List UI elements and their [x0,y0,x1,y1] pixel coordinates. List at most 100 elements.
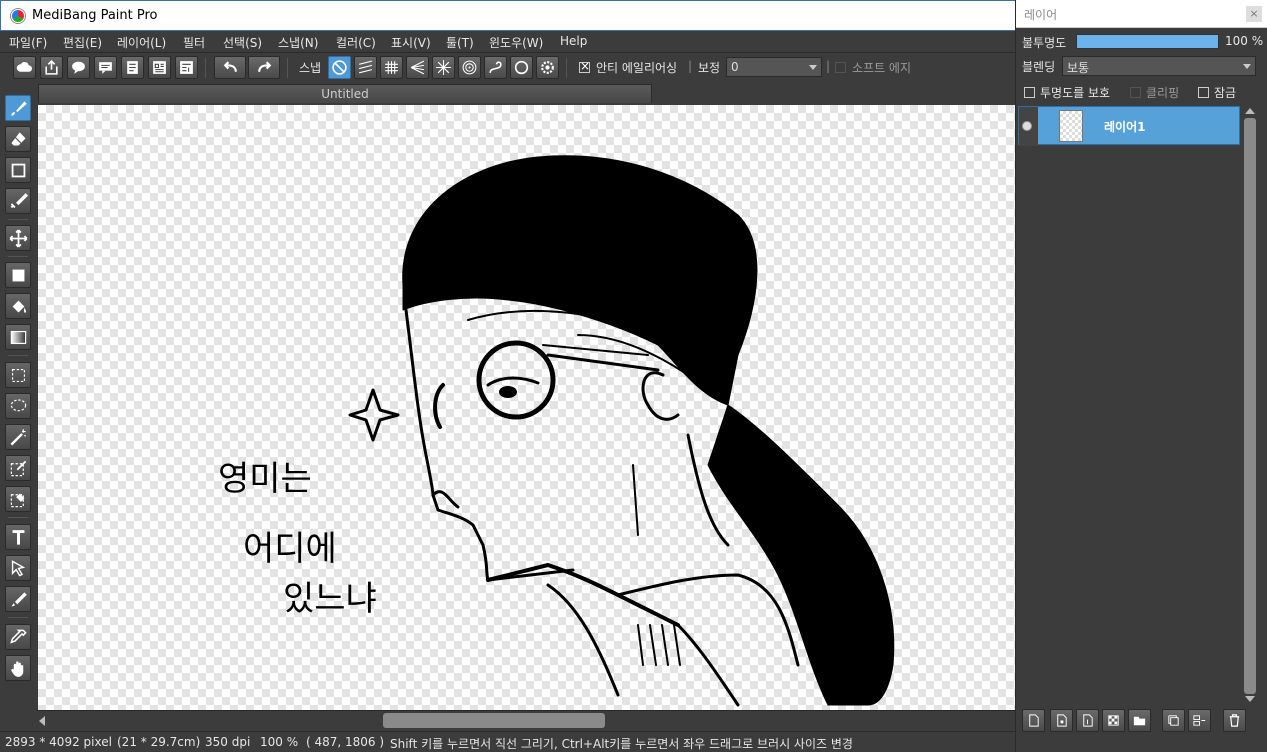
share-icon[interactable] [40,56,63,79]
duplicate-layer-icon[interactable] [1162,709,1185,732]
rect-select-tool-icon[interactable] [5,362,31,388]
protect-alpha-checkbox[interactable] [1024,87,1035,98]
text-tool-icon[interactable] [5,524,31,550]
menu-select[interactable]: 선택(S) [223,34,262,51]
clipping-label: 클리핑 [1146,86,1180,100]
handwritten-line-2: 어디에 [243,529,337,569]
comment-icon[interactable] [94,56,117,79]
correction-select[interactable]: 0 [726,57,822,77]
eraser-tool-icon[interactable] [5,126,31,152]
speech-bubble-icon[interactable] [67,56,90,79]
trash-icon[interactable] [1223,709,1246,732]
select-eraser-icon[interactable] [5,486,31,512]
layer-panel-footer [1016,706,1267,736]
antialias-checkbox[interactable] [579,59,590,73]
eyedropper-tool-icon[interactable] [5,624,31,650]
new-halftone-layer-icon[interactable] [1076,709,1099,732]
magic-wand-tool-icon[interactable] [5,424,31,450]
window-title: MediBang Paint Pro [32,8,158,23]
scroll-up-icon[interactable] [1245,108,1255,114]
close-icon[interactable]: × [1246,6,1262,22]
brush-tool-icon[interactable] [5,95,31,121]
move-tool-icon[interactable] [5,225,31,251]
opacity-slider[interactable] [1076,34,1219,49]
layer-row[interactable]: 레이어1 [1018,106,1240,146]
layer-panel-header: 레이어 × [1016,0,1267,28]
new-tone-layer-icon[interactable] [1102,709,1125,732]
layer-scroll-thumb[interactable] [1244,118,1256,694]
document-tab[interactable]: Untitled [38,84,652,103]
hand-tool-icon[interactable] [5,655,31,681]
operation-tool-icon[interactable] [5,555,31,581]
bucket-tool-icon[interactable] [5,293,31,319]
layer-options-row: 투명도를 보호 클리핑 잠금 [1016,80,1267,104]
lasso-tool-icon[interactable] [5,393,31,419]
menu-color[interactable]: 컬러(C) [336,34,376,51]
layer-panel: 레이어 × 불투명도 100 % 블렌딩 보통 투명도를 보호 클리핑 잠금 레… [1015,0,1267,752]
menu-bar: 파일(F) 편집(E) 레이어(L) 필터 선택(S) 스냅(N) 컬러(C) … [0,31,1015,53]
layer-scrollbar[interactable] [1242,106,1258,704]
snap-radial-icon[interactable] [432,56,455,79]
blend-select[interactable]: 보통 [1062,56,1256,76]
panel-layout-icon[interactable] [175,56,198,79]
horizontal-scrollbar[interactable] [36,710,1015,730]
lock-label: 잠금 [1214,86,1237,100]
handwritten-line-3: 있느냐 [283,579,377,619]
menu-view[interactable]: 표시(V) [391,34,431,51]
select-pen-icon[interactable] [5,455,31,481]
snap-circle-icon[interactable] [510,56,533,79]
gradient-tool-icon[interactable] [5,324,31,350]
soft-edge-checkbox[interactable] [835,62,846,73]
drawing-canvas[interactable]: 영미는 어디에 있느냐 [38,105,1015,710]
document-tab-bar: Untitled [36,83,1015,103]
sketch-artwork: 영미는 어디에 있느냐 [218,155,895,707]
merge-layer-icon[interactable] [1188,709,1211,732]
opacity-row: 불투명도 100 % [1016,30,1267,54]
cursor-position: ( 487, 1806 ) [306,735,385,749]
select-pen-tool-icon[interactable] [5,188,31,214]
snap-curve-icon[interactable] [484,56,507,79]
layer-list: 레이어1 [1018,106,1242,704]
snap-settings-icon[interactable] [536,56,559,79]
new-color-layer-icon[interactable] [1050,709,1073,732]
menu-snap[interactable]: 스냅(N) [278,34,318,51]
cm-size: (21 * 29.7cm) [117,735,201,749]
menu-layer[interactable]: 레이어(L) [117,34,166,51]
menu-filter[interactable]: 필터 [183,34,205,51]
menu-window[interactable]: 윈도우(W) [489,34,543,51]
snap-perspective-icon[interactable] [406,56,429,79]
snap-parallel-icon[interactable] [354,56,377,79]
scroll-thumb[interactable] [383,713,605,728]
snap-grid-icon[interactable] [380,56,403,79]
snap-off-icon[interactable] [328,56,351,79]
chevron-down-icon [809,65,817,70]
menu-tool[interactable]: 툴(T) [446,34,474,51]
clipping-checkbox[interactable] [1130,87,1141,98]
page-list-icon[interactable] [148,56,171,79]
dpi: 350 dpi [205,735,251,749]
scroll-left-icon[interactable] [39,716,45,726]
eye-icon[interactable] [1022,121,1032,131]
status-bar: 2893 * 4092 pixel (21 * 29.7cm) 350 dpi … [0,731,1015,752]
new-layer-icon[interactable] [1022,709,1045,732]
pixel-size: 2893 * 4092 pixel [5,735,112,749]
menu-help[interactable]: Help [560,34,587,48]
folder-icon[interactable] [1128,709,1151,732]
correction-value: 0 [731,60,739,74]
scroll-down-icon[interactable] [1245,696,1255,702]
cloud-icon[interactable] [13,56,36,79]
blur-tool-icon[interactable] [5,586,31,612]
fill-rect-tool-icon[interactable] [5,262,31,288]
opacity-label: 불투명도 [1022,36,1067,50]
redo-icon[interactable] [248,56,280,79]
page-icon[interactable] [121,56,144,79]
undo-icon[interactable] [214,56,246,79]
blend-row: 블렌딩 보통 [1016,54,1267,78]
dot-tool-icon[interactable] [5,157,31,183]
menu-file[interactable]: 파일(F) [9,34,47,51]
snap-concentric-icon[interactable] [458,56,481,79]
lock-checkbox[interactable] [1198,87,1209,98]
antialias-label: 안티 에일리어싱 [596,61,678,75]
menu-edit[interactable]: 편집(E) [63,34,102,51]
soft-edge-label: 소프트 에지 [852,61,912,75]
